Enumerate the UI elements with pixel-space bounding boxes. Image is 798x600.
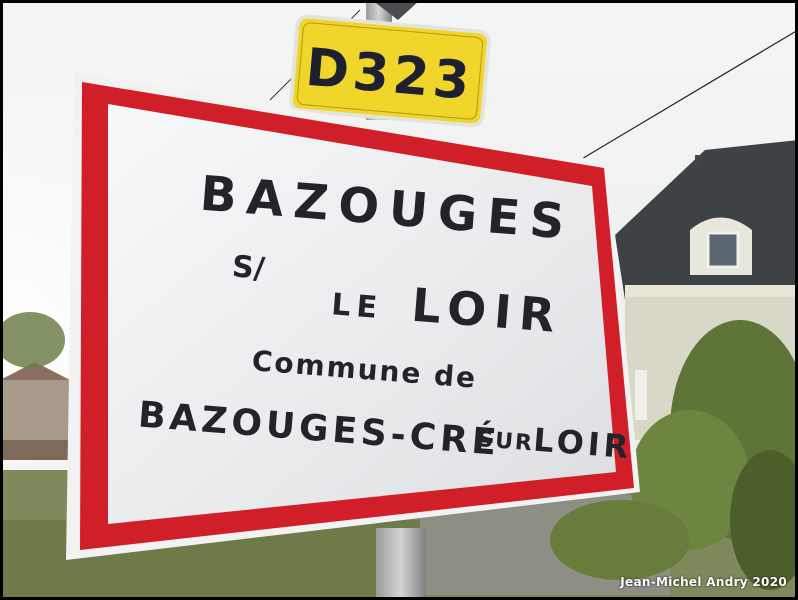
sign-line-loir: LOIR bbox=[410, 278, 565, 344]
sign-line-le: LE bbox=[330, 287, 384, 326]
sign-line-town: BAZOUGES bbox=[198, 166, 576, 251]
sign-commune-name: BAZOUGES-CRÉ bbox=[137, 393, 502, 463]
sign-lettering: BAZOUGES S/ LE LOIR Commune de BAZOUGES-… bbox=[137, 166, 634, 467]
sign-commune-label: Commune de bbox=[251, 344, 479, 395]
sign-commune-loir: LOIR bbox=[532, 421, 634, 467]
photo-scene: D323 BAZOUGES S/ LE LOIR Commune de BAZO… bbox=[3, 3, 795, 597]
sign-commune-sur: SUR bbox=[476, 427, 534, 456]
sign-line-sur-abbrev: S/ bbox=[231, 249, 266, 286]
photo-credit: Jean-Michel Andry 2020 bbox=[620, 575, 787, 589]
